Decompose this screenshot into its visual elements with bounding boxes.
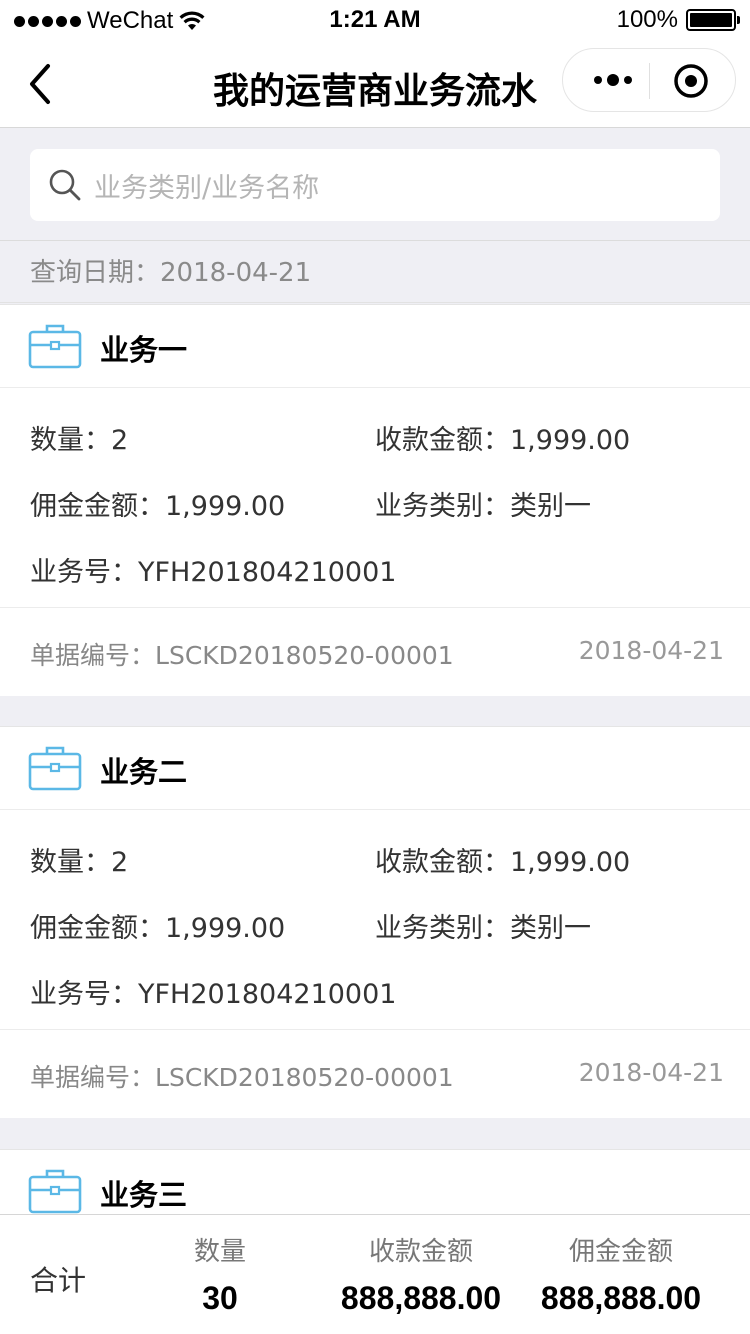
receipt-amount-field: 收款金额：1,999.00 — [375, 840, 630, 879]
receipt-amount-label: 收款金额： — [375, 847, 510, 878]
business-type-label: 业务类别： — [375, 913, 510, 944]
business-card[interactable]: 业务一 数量：2 收款金额：1,999.00 佣金金额：1,999.00 业务类… — [0, 304, 750, 696]
quantity-value: 2 — [111, 847, 129, 878]
total-quantity-header: 数量 — [193, 1237, 246, 1267]
receipt-amount-label: 收款金额： — [375, 425, 510, 456]
business-type-value: 类别一 — [510, 491, 591, 522]
business-no-field: 业务号：YFH201804210001 — [30, 550, 396, 589]
business-no-label: 业务号： — [30, 979, 138, 1010]
close-target-icon[interactable] — [673, 63, 709, 99]
search-input[interactable]: 业务类别/业务名称 — [30, 149, 720, 221]
doc-number-label: 单据编号： — [30, 641, 156, 670]
capsule-divider — [649, 63, 650, 99]
card-title: 业务三 — [100, 1178, 188, 1212]
battery-icon — [686, 9, 740, 31]
total-receipt: 收款金额 888,888.00 — [328, 1231, 514, 1317]
doc-number: 单据编号：LSCKD20180520-00001 — [30, 1058, 454, 1094]
business-no-field: 业务号：YFH201804210001 — [30, 972, 396, 1011]
receipt-amount-field: 收款金额：1,999.00 — [375, 418, 630, 457]
business-type-value: 类别一 — [510, 913, 591, 944]
card-footer: 单据编号：LSCKD20180520-00001 2018-04-21 — [0, 1030, 750, 1118]
battery-percent: 100% — [616, 6, 678, 33]
commission-amount-field: 佣金金额：1,999.00 — [30, 484, 285, 523]
business-type-field: 业务类别：类别一 — [375, 906, 591, 945]
card-body: 数量：2 收款金额：1,999.00 佣金金额：1,999.00 业务类别：类别… — [0, 388, 750, 608]
briefcase-icon — [28, 1169, 82, 1214]
total-quantity: 数量 30 — [160, 1231, 280, 1317]
card-body: 数量：2 收款金额：1,999.00 佣金金额：1,999.00 业务类别：类别… — [0, 810, 750, 1030]
business-type-field: 业务类别：类别一 — [375, 484, 591, 523]
totals-bar: 合计 数量 30 收款金额 888,888.00 佣金金额 888,888.00 — [0, 1214, 750, 1334]
commission-amount-label: 佣金金额： — [30, 913, 165, 944]
doc-number-value: LSCKD20180520-00001 — [155, 641, 454, 670]
query-date-value: 2018-04-21 — [160, 258, 312, 288]
doc-number: 单据编号：LSCKD20180520-00001 — [30, 636, 454, 672]
briefcase-icon — [28, 324, 82, 369]
doc-number-label: 单据编号： — [30, 1063, 156, 1092]
search-area: 业务类别/业务名称 — [0, 129, 750, 241]
total-receipt-value: 888,888.00 — [340, 1280, 502, 1316]
business-card[interactable]: 业务二 数量：2 收款金额：1,999.00 佣金金额：1,999.00 业务类… — [0, 726, 750, 1118]
card-header: 业务一 — [0, 305, 750, 388]
nav-bar: 我的运营商业务流水 — [0, 40, 750, 128]
total-commission-header: 佣金金额 — [568, 1237, 673, 1267]
total-quantity-value: 30 — [202, 1280, 238, 1316]
receipt-amount-value: 1,999.00 — [510, 425, 631, 456]
total-commission: 佣金金额 888,888.00 — [528, 1231, 714, 1317]
doc-date: 2018-04-21 — [578, 1058, 724, 1087]
query-date-label: 查询日期： — [30, 258, 161, 288]
business-no-value: YFH201804210001 — [138, 557, 397, 588]
quantity-field: 数量：2 — [30, 840, 128, 879]
quantity-label: 数量： — [30, 847, 111, 878]
doc-number-value: LSCKD20180520-00001 — [155, 1063, 454, 1092]
quantity-field: 数量：2 — [30, 418, 128, 457]
business-no-label: 业务号： — [30, 557, 138, 588]
search-icon — [49, 169, 81, 201]
card-title: 业务一 — [100, 333, 188, 367]
card-title: 业务二 — [100, 755, 188, 789]
doc-date: 2018-04-21 — [578, 636, 724, 665]
card-header: 业务二 — [0, 727, 750, 810]
business-card[interactable]: 业务三 — [0, 1149, 750, 1233]
total-commission-value: 888,888.00 — [540, 1280, 702, 1316]
briefcase-icon — [28, 746, 82, 791]
business-no-value: YFH201804210001 — [138, 979, 397, 1010]
quantity-value: 2 — [111, 425, 129, 456]
quantity-label: 数量： — [30, 425, 111, 456]
more-icon[interactable] — [581, 49, 645, 111]
total-receipt-header: 收款金额 — [368, 1237, 473, 1267]
commission-amount-value: 1,999.00 — [165, 913, 286, 944]
card-footer: 单据编号：LSCKD20180520-00001 2018-04-21 — [0, 608, 750, 696]
mini-program-capsule — [562, 48, 736, 112]
business-type-label: 业务类别： — [375, 491, 510, 522]
status-bar: WeChat 1:21 AM 100% — [0, 0, 750, 40]
receipt-amount-value: 1,999.00 — [510, 847, 631, 878]
status-right: 100% — [616, 6, 740, 34]
query-date: 查询日期：2018-04-21 — [0, 242, 750, 303]
commission-amount-field: 佣金金额：1,999.00 — [30, 906, 285, 945]
commission-amount-value: 1,999.00 — [165, 491, 286, 522]
commission-amount-label: 佣金金额： — [30, 491, 165, 522]
search-placeholder: 业务类别/业务名称 — [94, 172, 320, 204]
total-label: 合计 — [30, 1264, 87, 1297]
